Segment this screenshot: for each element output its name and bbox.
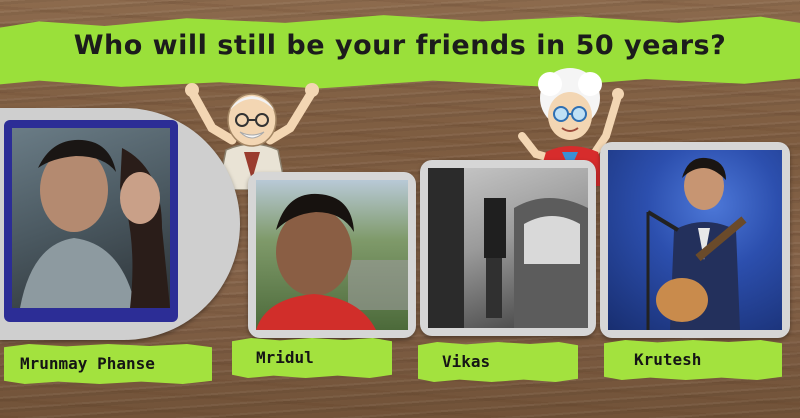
friend-card-1 — [0, 108, 240, 340]
page-title: Who will still be your friends in 50 yea… — [73, 30, 727, 61]
friend-photo — [428, 168, 588, 328]
friend-card-frame — [4, 120, 178, 322]
person-silhouette-icon — [256, 193, 408, 330]
friend-name-text: Mridul — [256, 348, 314, 367]
friend-name-text: Mrunmay Phanse — [20, 354, 155, 373]
friend-card-3 — [420, 160, 596, 336]
friend-name-label: Krutesh — [604, 340, 782, 380]
friend-photo — [12, 128, 170, 308]
friend-photo — [608, 150, 782, 330]
friend-name-label: Vikas — [418, 342, 578, 382]
person-silhouette-icon — [20, 139, 170, 308]
friend-card-4 — [600, 142, 790, 338]
quiz-result-canvas: Who will still be your friends in 50 yea… — [0, 0, 800, 418]
singer-with-guitar-icon — [646, 157, 747, 330]
friend-name-text: Krutesh — [634, 350, 702, 369]
friend-name-label: Mridul — [232, 338, 392, 378]
friend-card-2 — [248, 172, 416, 338]
friend-name-text: Vikas — [442, 352, 491, 371]
car-door-scene-icon — [428, 168, 588, 328]
friend-name-label: Mrunmay Phanse — [4, 344, 212, 384]
friend-photo — [256, 180, 408, 330]
